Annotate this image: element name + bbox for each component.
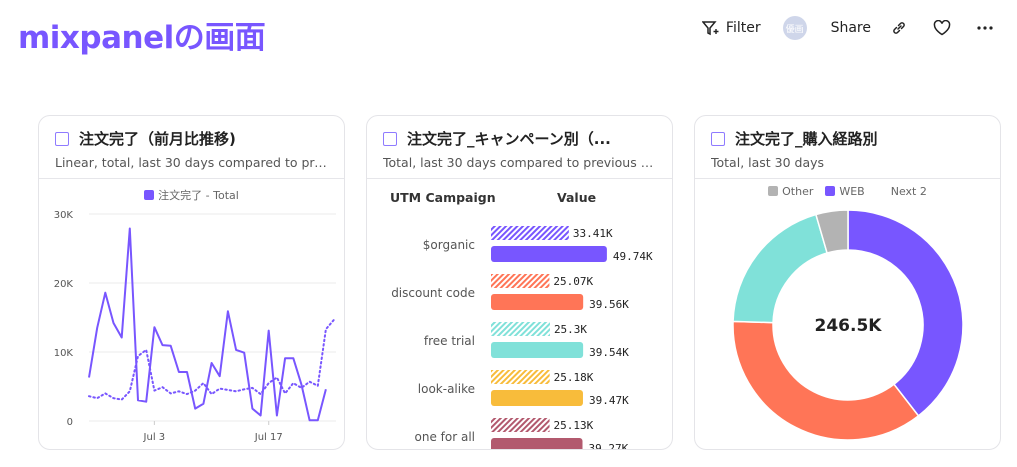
y-tick-label: 10K (54, 348, 74, 359)
bar-label-current: 49.74K (613, 250, 653, 263)
bar-label-previous: 33.41K (573, 227, 613, 240)
series-line-total (88, 227, 327, 422)
x-tick-label: Jul 17 (254, 432, 283, 443)
line-chart: 0 10K 20K 30K Jul 3 Jul 17 (54, 210, 336, 443)
filter-label: Filter (725, 20, 761, 36)
bar-previous (491, 370, 550, 384)
card-subtitle: Linear, total, last 30 days compared to … (55, 155, 328, 170)
bar-chart-card[interactable]: 注文完了_キャンペーン別（... Total, last 30 days com… (366, 115, 673, 450)
bar-label-previous: 25.07K (553, 275, 593, 288)
share-label: Share (830, 20, 871, 36)
x-tick-label: Jul 3 (143, 432, 166, 443)
category-label: look-alike (418, 382, 475, 396)
bar-previous (491, 226, 569, 240)
link-icon[interactable] (891, 20, 907, 36)
card-title: 注文完了_購入経路別 (735, 130, 878, 148)
page-title: mixpanelの画面 (18, 20, 266, 56)
more-icon[interactable] (977, 26, 993, 30)
bar-label-previous: 25.3K (554, 323, 587, 336)
series-line-previous (88, 318, 336, 401)
category-label: one for all (415, 430, 475, 444)
bar-label-previous: 25.13K (554, 419, 594, 432)
chart-icon (55, 131, 69, 146)
chart-icon (383, 131, 397, 146)
legend-swatch (144, 190, 155, 200)
legend-item-other[interactable]: Other (768, 185, 813, 198)
filter-icon (701, 21, 719, 36)
donut-total: 246.5K (815, 316, 883, 336)
legend-item-web[interactable]: WEB (825, 185, 865, 198)
bar-current (491, 342, 584, 358)
bar-label-current: 39.27K (588, 442, 628, 450)
bar-current (491, 294, 584, 310)
toolbar: Filter 優画 Share (701, 16, 993, 40)
legend: Other WEB Next 2 (695, 185, 1000, 198)
bar-label-current: 39.56K (589, 298, 629, 311)
y-tick-label: 20K (54, 279, 74, 290)
legend-next-button[interactable]: Next 2 (891, 185, 927, 198)
bar-current (491, 390, 583, 406)
donut-slice (732, 320, 920, 441)
bar-previous (491, 322, 550, 336)
category-label: discount code (391, 286, 475, 300)
bar-label-current: 39.47K (589, 394, 629, 407)
card-subtitle: Total, last 30 days (711, 155, 825, 170)
category-label: $organic (423, 238, 475, 252)
pie-chart-card[interactable]: 注文完了_購入経路別 Total, last 30 days Other WEB… (694, 115, 1001, 450)
avatar[interactable]: 優画 (782, 16, 807, 40)
card-title: 注文完了_キャンペーン別（... (407, 130, 611, 148)
card-subtitle: Total, last 30 days compared to previous… (383, 155, 656, 170)
column-header-value: Value (557, 190, 597, 205)
chart-icon (711, 131, 725, 146)
bar-previous (491, 418, 550, 432)
line-chart-card[interactable]: 注文完了（前月比推移) Linear, total, last 30 days … (38, 115, 345, 450)
y-tick-label: 0 (67, 417, 73, 428)
bar-previous (491, 274, 550, 288)
bar-current (491, 246, 607, 262)
heart-icon[interactable] (933, 20, 951, 36)
column-header-campaign: UTM Campaign (390, 190, 496, 205)
y-tick-label: 30K (54, 210, 74, 221)
card-title: 注文完了（前月比推移) (79, 130, 236, 148)
donut-chart: 246.5K (732, 209, 964, 441)
bar-current (491, 438, 583, 449)
donut-slice (732, 213, 829, 324)
bar-chart: $organic 33.41K49.74K discount code 25.07K 3… (391, 226, 653, 450)
filter-button[interactable]: Filter (701, 20, 761, 36)
donut-slice (847, 209, 964, 417)
bar-label-previous: 25.18K (554, 371, 594, 384)
share-button[interactable]: Share (831, 20, 871, 36)
bar-label-current: 39.54K (589, 346, 629, 359)
category-label: free trial (424, 334, 475, 348)
